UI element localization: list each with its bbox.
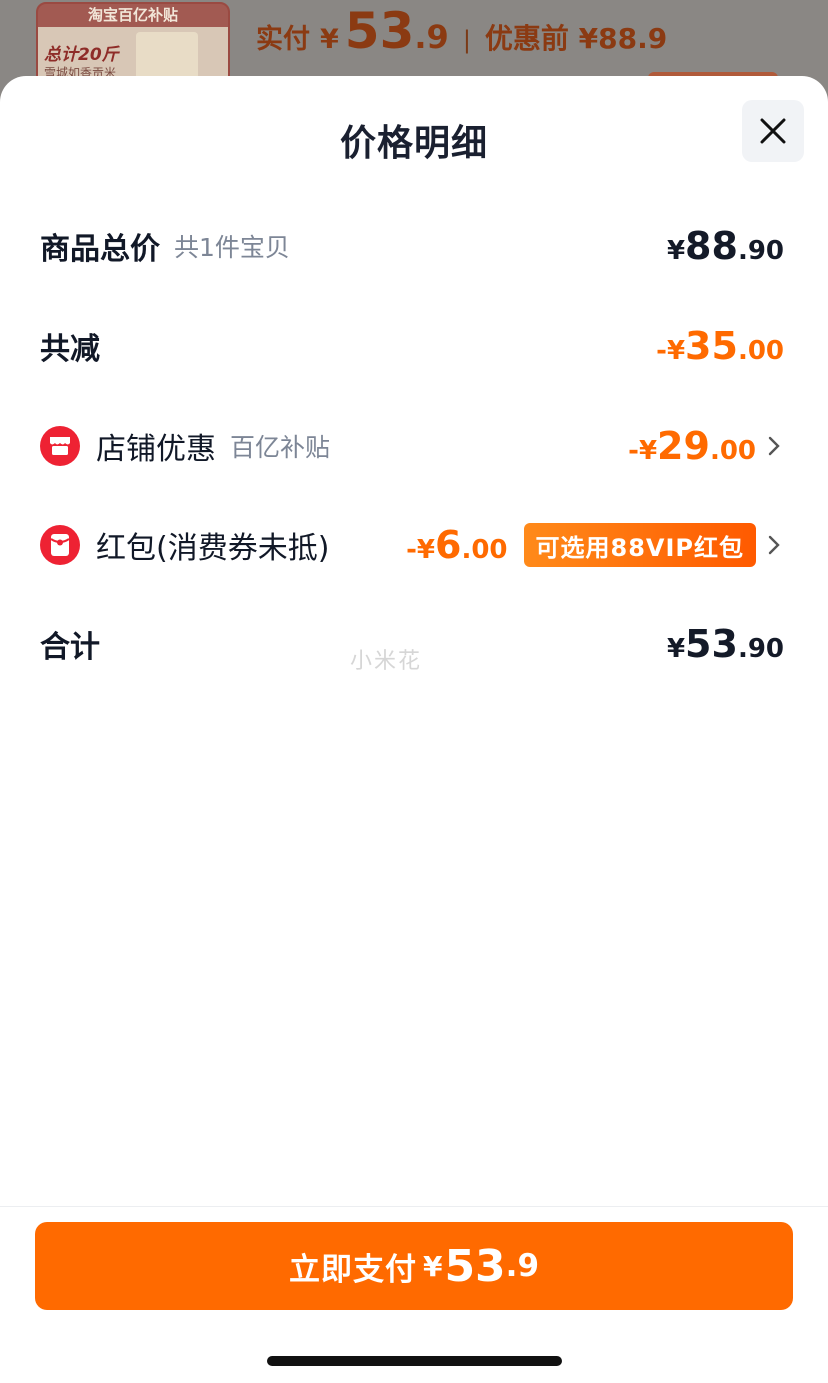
amount-integer: 29: [657, 424, 710, 468]
store-icon: [40, 426, 80, 466]
amount-integer: 88: [685, 224, 738, 268]
currency-symbol: -¥: [656, 336, 686, 366]
store-discount-sub: 百亿补贴: [230, 433, 331, 462]
price-separator: |: [462, 26, 471, 54]
pay-button-decimal: .9: [505, 1248, 540, 1284]
amount-decimal: .90: [737, 236, 784, 266]
watermark: 小米花: [350, 649, 423, 674]
store-glyph: [50, 437, 70, 455]
row-red-packet[interactable]: 红包(消费券未抵) -¥ 6 .00 可选用88VIP红包: [40, 515, 780, 575]
subtotal-count: 共1件宝贝: [174, 233, 290, 262]
red-packet-icon: [40, 525, 80, 565]
amount-integer: 6: [434, 523, 462, 567]
chevron-right-icon: [768, 436, 780, 456]
background-price: 实付 ¥ 53 .9 | 优惠前 ¥88.9: [256, 0, 667, 60]
actual-pay-integer: 53: [344, 2, 415, 60]
amount-decimal: .90: [737, 634, 784, 664]
vip-red-packet-tag[interactable]: 可选用88VIP红包: [523, 523, 756, 567]
red-packet-glyph: [50, 534, 70, 556]
amount-decimal: .00: [461, 535, 508, 565]
row-total-discount: 共减 -¥ 35 .00: [40, 316, 784, 376]
total-discount-label: 共减: [40, 332, 100, 367]
total-amount: ¥ 53 .90: [667, 622, 784, 666]
red-packet-label: 红包(消费券未抵): [96, 531, 330, 566]
currency-symbol: ¥: [666, 634, 686, 664]
actual-pay-label: 实付: [256, 24, 310, 55]
pay-button-label: 立即支付: [288, 1251, 417, 1288]
amount-decimal: .00: [709, 436, 756, 466]
pre-discount-price: 优惠前 ¥88.9: [484, 22, 668, 55]
thumbnail-headline: 总计20斤: [44, 45, 119, 65]
store-discount-amount: -¥ 29 .00: [628, 424, 756, 468]
red-packet-amount: -¥ 6 .00: [406, 523, 507, 567]
sheet-title: 价格明细: [339, 123, 488, 164]
amount-decimal: .00: [737, 336, 784, 366]
currency-symbol: -¥: [628, 436, 658, 466]
chevron-right-icon: [768, 535, 780, 555]
currency-symbol: -¥: [406, 535, 435, 565]
amount-integer: 53: [685, 622, 738, 666]
pay-button-currency: ¥: [422, 1249, 443, 1283]
store-discount-label: 店铺优惠: [96, 432, 216, 467]
subtotal-amount: ¥ 88 .90: [667, 224, 784, 268]
subtotal-label: 商品总价: [40, 232, 160, 267]
amount-integer: 35: [685, 324, 738, 368]
pay-now-button[interactable]: 立即支付 ¥ 53 .9: [35, 1222, 793, 1310]
thumbnail-tag: 淘宝百亿补贴: [87, 6, 178, 24]
footer-divider: [0, 1206, 828, 1207]
close-button[interactable]: [742, 100, 804, 162]
row-subtotal: 商品总价 共1件宝贝 ¥ 88 .90: [40, 216, 784, 276]
pay-button-integer: 53: [444, 1240, 506, 1292]
price-detail-sheet: 价格明细 商品总价 共1件宝贝 ¥ 88 .90 共减 -¥ 35 .00 店铺…: [0, 76, 828, 1383]
close-icon: [760, 118, 786, 144]
row-store-discount[interactable]: 店铺优惠 百亿补贴 -¥ 29 .00: [40, 416, 780, 476]
currency-symbol: ¥: [666, 236, 686, 266]
total-label: 合计: [40, 630, 100, 665]
actual-pay-currency: ¥: [320, 24, 339, 55]
total-discount-amount: -¥ 35 .00: [656, 324, 784, 368]
actual-pay-decimal: .9: [414, 18, 449, 56]
home-indicator[interactable]: [267, 1356, 562, 1366]
